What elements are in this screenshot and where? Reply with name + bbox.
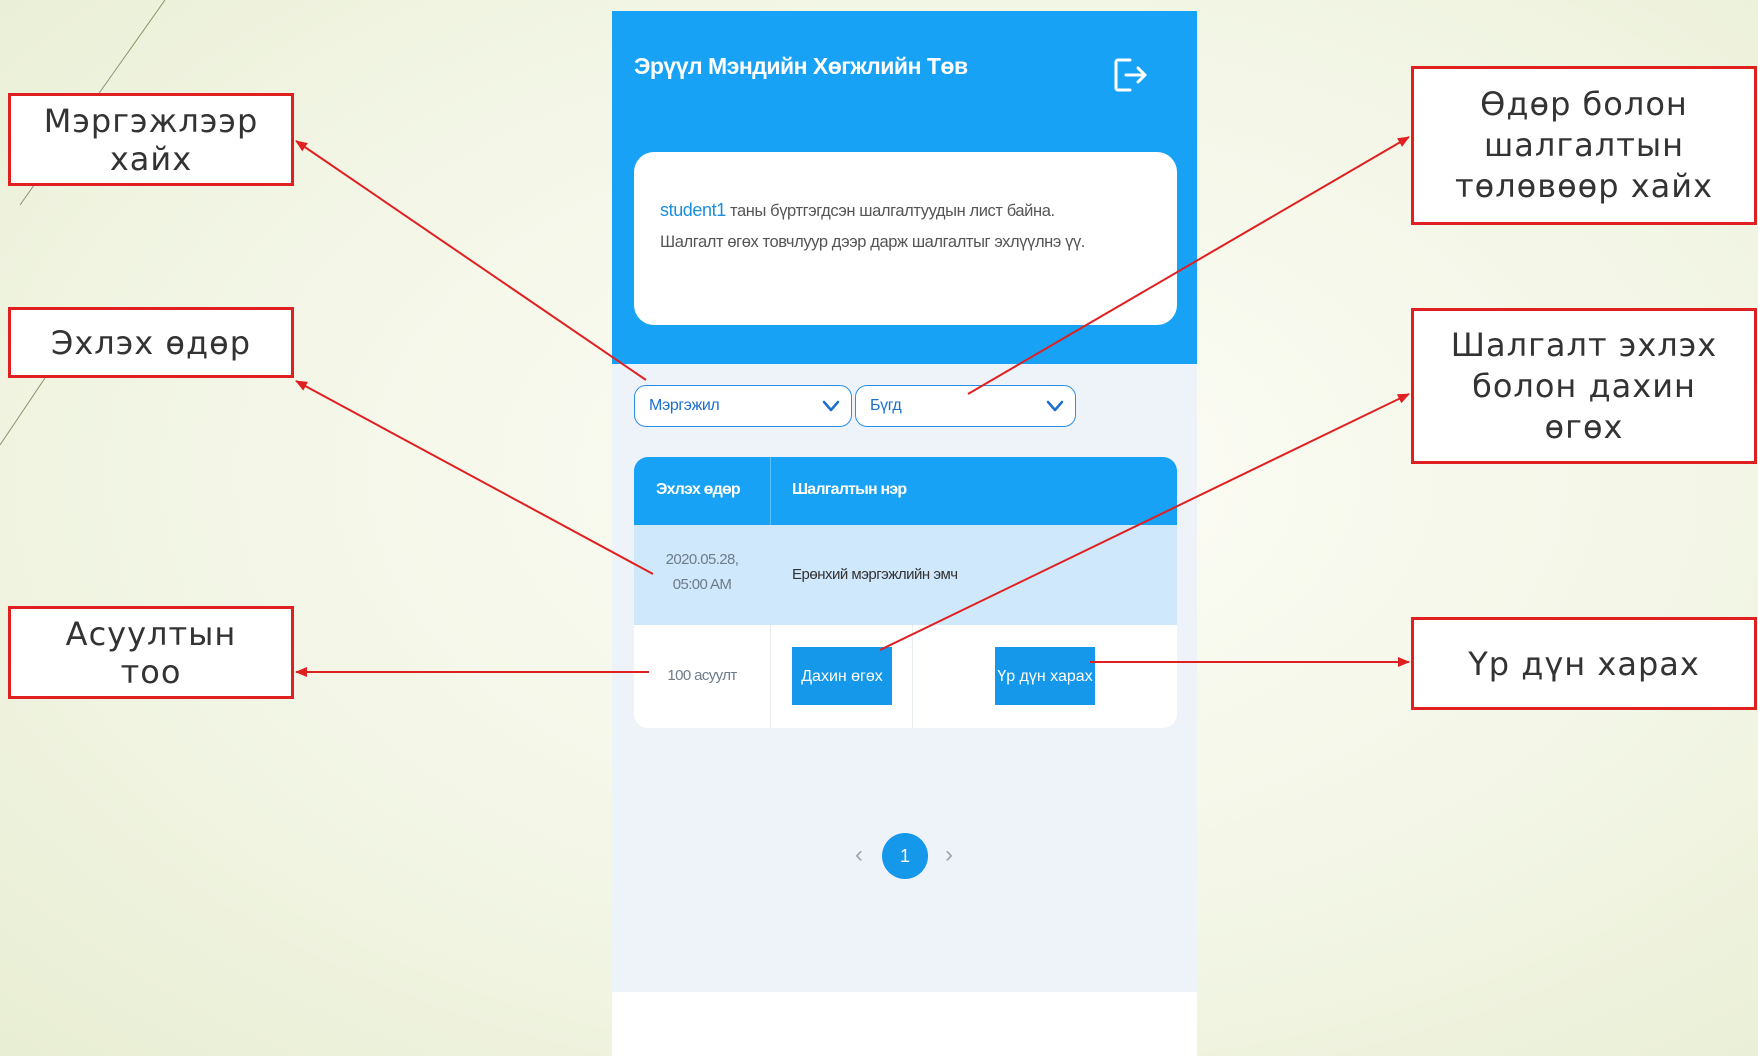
app-header: Эрүүл Мэндийн Хөгжлийн Төв student1 таны… [612, 11, 1197, 364]
start-date-cell: 2020.05.28, 05:00 AM [634, 547, 770, 597]
question-count: 100 асуулт [667, 667, 737, 684]
status-select[interactable]: Бүгд [855, 385, 1076, 427]
username-link[interactable]: student1 [660, 200, 726, 220]
callout-text: Шалгалт эхлэх болон дахин өгөх [1450, 325, 1718, 446]
callout-start-and-retake: Шалгалт эхлэх болон дахин өгөх [1411, 308, 1757, 464]
callout-search-by-profession: Мэргэжлээр хайх [8, 93, 294, 186]
callout-start-date: Эхлэх өдөр [8, 307, 294, 378]
callout-view-result: Үр дүн харах [1411, 617, 1757, 710]
table-row-actions: 100 асуулт Дахин өгөх Үр дүн харах [634, 625, 1177, 728]
arrow-start-date [295, 380, 654, 575]
callout-text: Үр дүн харах [1468, 644, 1700, 683]
header-divider [770, 457, 771, 525]
callout-text: Асуултын тоо [65, 614, 237, 691]
info-message-line2: Шалгалт өгөх товчлуур дээр дарж шалгалты… [660, 233, 1085, 251]
cell-divider [770, 625, 771, 728]
logout-icon[interactable] [1112, 56, 1152, 94]
info-message: student1 таны бүртгэгдсэн шалгалтуудын л… [660, 195, 1160, 258]
exam-table: Эхлэх өдөр Шалгалтын нэр 2020.05.28, 05:… [634, 457, 1177, 728]
callout-search-by-date-status: Өдөр болон шалгалтын төлөвөөр хайх [1411, 66, 1757, 225]
callout-question-count: Асуултын тоо [8, 606, 294, 699]
table-row[interactable]: 2020.05.28, 05:00 AM Ерөнхий мэргэжлийн … [634, 525, 1177, 625]
phone-footer [612, 992, 1197, 1056]
pagination: ‹ 1 › [612, 833, 1197, 883]
exam-name-cell: Ерөнхий мэргэжлийн эмч [792, 566, 958, 583]
profession-select-value: Мэргэжил [649, 397, 720, 414]
info-message-line1: таны бүртгэгдсэн шалгалтуудын лист байна… [725, 202, 1055, 220]
pagination-prev-icon[interactable]: ‹ [849, 841, 869, 869]
view-result-button[interactable]: Үр дүн харах [995, 647, 1095, 705]
pagination-next-icon[interactable]: › [939, 841, 959, 869]
callout-text: Өдөр болон шалгалтын төлөвөөр хайх [1454, 85, 1714, 205]
pagination-page-current[interactable]: 1 [882, 833, 928, 879]
table-header: Эхлэх өдөр Шалгалтын нэр [634, 457, 1177, 525]
callout-text: Мэргэжлээр хайх [43, 101, 259, 178]
callout-text: Эхлэх өдөр [51, 323, 251, 362]
profession-select[interactable]: Мэргэжил [634, 385, 852, 427]
start-time: 05:00 AM [672, 576, 732, 593]
start-date: 2020.05.28, [665, 551, 739, 568]
arrow-profession [295, 140, 647, 381]
chevron-down-icon [1046, 400, 1064, 412]
column-header-exam-name: Шалгалтын нэр [792, 481, 907, 498]
app-title: Эрүүл Мэндийн Хөгжлийн Төв [634, 53, 968, 79]
cell-divider [912, 625, 913, 728]
status-select-value: Бүгд [870, 397, 902, 414]
phone-screen: Эрүүл Мэндийн Хөгжлийн Төв student1 таны… [612, 11, 1197, 1056]
chevron-down-icon [822, 400, 840, 412]
retake-button[interactable]: Дахин өгөх [792, 647, 892, 705]
column-header-start-date: Эхлэх өдөр [656, 481, 741, 498]
info-card: student1 таны бүртгэгдсэн шалгалтуудын л… [634, 152, 1177, 325]
